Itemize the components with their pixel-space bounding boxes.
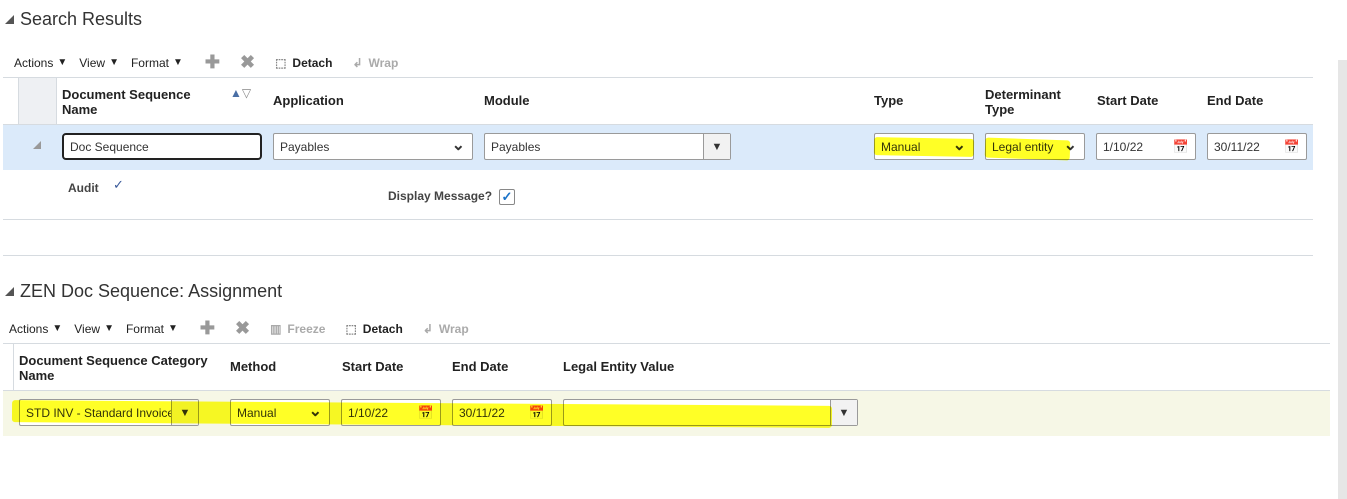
col-header-start-date[interactable]: Start Date	[342, 359, 403, 374]
col-header-method[interactable]: Method	[230, 359, 276, 374]
display-message-checkbox[interactable]: ✓	[499, 189, 515, 205]
search-toolbar: Actions ▼ View ▼ Format ▼ ✚ ✖ ⬚ Detach ↲ Wrap	[14, 52, 408, 73]
col-header-end-date[interactable]: End Date	[452, 359, 508, 374]
type-select[interactable]: Manual	[874, 133, 974, 160]
start-date-input[interactable]: 1/10/22 📅	[341, 399, 441, 426]
freeze-icon: ▥	[270, 321, 282, 336]
detach-icon: ⬚	[275, 55, 287, 70]
detach-button[interactable]: ⬚ Detach	[275, 56, 332, 70]
col-header-legal-entity[interactable]: Legal Entity Value	[563, 359, 674, 374]
col-header-end-date[interactable]: End Date	[1207, 93, 1263, 108]
assignment-toolbar: Actions ▼ View ▼ Format ▼ ✚ ✖ ▥ Freeze ⬚ Deta…	[9, 318, 479, 339]
legal-entity-combobox[interactable]: ▼	[563, 399, 858, 426]
method-select[interactable]: Manual	[230, 399, 330, 426]
col-header-type[interactable]: Type	[874, 93, 903, 108]
vertical-scrollbar[interactable]	[1338, 60, 1347, 499]
wrap-button[interactable]: ↲ Wrap	[423, 322, 469, 336]
calendar-icon[interactable]: 📅	[529, 405, 545, 421]
add-icon[interactable]: ✚	[205, 52, 220, 73]
calendar-icon[interactable]: 📅	[1284, 139, 1300, 155]
wrap-icon: ↲	[352, 55, 363, 70]
wrap-icon: ↲	[422, 321, 433, 336]
assignment-header[interactable]: ZEN Doc Sequence: Assignment	[5, 281, 282, 302]
doc-sequence-name-input[interactable]: Doc Sequence	[62, 133, 262, 160]
dropdown-arrow-icon[interactable]: ▼	[703, 134, 730, 159]
col-header-name[interactable]: Document Sequence Name	[62, 87, 212, 117]
application-select[interactable]: Payables	[273, 133, 473, 160]
col-header-start-date[interactable]: Start Date	[1097, 93, 1158, 108]
audit-label: Audit	[68, 181, 99, 195]
freeze-button[interactable]: ▥ Freeze	[270, 322, 325, 336]
module-combobox[interactable]: Payables ▼	[484, 133, 731, 160]
delete-icon[interactable]: ✖	[235, 318, 250, 339]
dropdown-arrow-icon[interactable]: ▼	[830, 400, 857, 425]
audit-check-icon: ✓	[113, 177, 124, 192]
format-menu[interactable]: Format ▼	[126, 322, 178, 336]
detach-icon: ⬚	[345, 321, 357, 336]
dropdown-arrow-icon[interactable]: ▼	[171, 400, 198, 425]
section-title: ZEN Doc Sequence: Assignment	[20, 281, 283, 301]
section-title: Search Results	[20, 9, 143, 29]
detach-button[interactable]: ⬚ Detach	[345, 322, 402, 336]
format-menu[interactable]: Format ▼	[131, 56, 183, 70]
collapse-icon[interactable]	[5, 15, 14, 24]
start-date-input[interactable]: 1/10/22 📅	[1096, 133, 1196, 160]
actions-menu[interactable]: Actions ▼	[9, 322, 62, 336]
determinant-type-select[interactable]: Legal entity	[985, 133, 1085, 160]
sort-descending-icon[interactable]: ▽	[242, 86, 251, 100]
view-menu[interactable]: View ▼	[74, 322, 114, 336]
wrap-button[interactable]: ↲ Wrap	[352, 56, 398, 70]
calendar-icon[interactable]: 📅	[418, 405, 434, 421]
calendar-icon[interactable]: 📅	[1173, 139, 1189, 155]
col-header-category[interactable]: Document Sequence Category Name	[19, 353, 219, 383]
sort-icons[interactable]: ▲▽	[230, 86, 251, 100]
col-header-application[interactable]: Application	[273, 93, 344, 108]
collapse-icon[interactable]	[5, 287, 14, 296]
display-message-label: Display Message?	[388, 189, 493, 203]
view-menu[interactable]: View ▼	[79, 56, 119, 70]
expand-row-icon[interactable]	[33, 141, 41, 149]
category-combobox[interactable]: STD INV - Standard Invoice ▼	[19, 399, 199, 426]
end-date-input[interactable]: 30/11/22 📅	[452, 399, 552, 426]
col-header-determinant-type[interactable]: Determinant Type	[985, 87, 1075, 117]
col-header-module[interactable]: Module	[484, 93, 530, 108]
actions-menu[interactable]: Actions ▼	[14, 56, 67, 70]
search-results-header[interactable]: Search Results	[5, 9, 142, 30]
delete-icon[interactable]: ✖	[240, 52, 255, 73]
sort-ascending-icon[interactable]: ▲	[230, 86, 242, 100]
add-icon[interactable]: ✚	[200, 318, 215, 339]
end-date-input[interactable]: 30/11/22 📅	[1207, 133, 1307, 160]
